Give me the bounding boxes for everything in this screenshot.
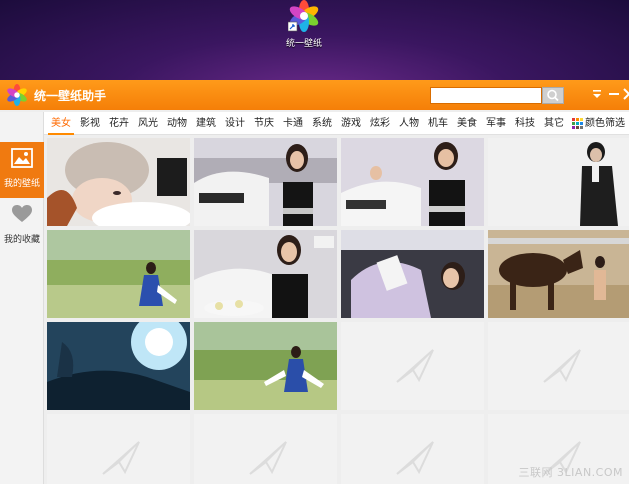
search-button[interactable]: [542, 87, 564, 104]
tab-food[interactable]: 美食: [454, 112, 480, 135]
wallpaper-thumbnail[interactable]: [341, 230, 484, 318]
tab-system[interactable]: 系统: [309, 112, 335, 135]
tab-flowers[interactable]: 花卉: [106, 112, 132, 135]
sidebar-item-label: 我的收藏: [3, 235, 40, 245]
app-titlebar: 统一壁纸助手: [0, 80, 629, 110]
tab-military[interactable]: 军事: [483, 112, 509, 135]
wallpaper-thumbnail[interactable]: [47, 322, 190, 410]
minimize-icon[interactable]: [607, 87, 621, 101]
sidebar-item-my-wallpapers[interactable]: 我的壁纸: [0, 142, 44, 198]
wallpaper-thumbnail[interactable]: [47, 230, 190, 318]
color-grid-icon: [572, 118, 583, 129]
tab-colorful[interactable]: 炫彩: [367, 112, 393, 135]
placeholder-logo-icon: [396, 349, 434, 383]
tab-games[interactable]: 游戏: [338, 112, 364, 135]
tab-film[interactable]: 影视: [77, 112, 103, 135]
wallpaper-placeholder: [341, 414, 484, 484]
desktop-shortcut-label: 统一壁纸: [285, 39, 322, 49]
sidebar-item-label: 我的壁纸: [3, 179, 40, 189]
placeholder-logo-icon: [102, 441, 140, 475]
picture-icon: [11, 148, 33, 168]
search-icon: [547, 89, 559, 102]
tab-holidays[interactable]: 节庆: [251, 112, 277, 135]
placeholder-logo-icon: [543, 349, 581, 383]
tab-cartoon[interactable]: 卡通: [280, 112, 306, 135]
tab-other[interactable]: 其它: [541, 112, 567, 135]
sidebar: 我的壁纸 我的收藏: [0, 112, 44, 484]
desktop-background: 统一壁纸: [0, 0, 629, 80]
close-icon[interactable]: [622, 87, 629, 101]
placeholder-logo-icon: [249, 441, 287, 475]
tab-motorcycles[interactable]: 机车: [425, 112, 451, 135]
flower-app-icon: [287, 0, 319, 32]
tab-scenery[interactable]: 风光: [135, 112, 161, 135]
app-title: 统一壁纸助手: [34, 89, 107, 103]
wallpaper-placeholder: [47, 414, 190, 484]
wallpaper-thumbnail[interactable]: [194, 322, 337, 410]
tab-animals[interactable]: 动物: [164, 112, 190, 135]
tab-design[interactable]: 设计: [222, 112, 248, 135]
category-tabs: 美女 影视 花卉 风光 动物 建筑 设计 节庆 卡通 系统 游戏 炫彩 人物 机…: [44, 112, 629, 135]
wallpaper-placeholder: [341, 322, 484, 410]
wallpaper-thumbnail[interactable]: [488, 230, 629, 318]
wallpaper-placeholder: [194, 414, 337, 484]
search-input[interactable]: [430, 87, 542, 104]
wallpaper-thumbnail[interactable]: [488, 138, 629, 226]
tab-technology[interactable]: 科技: [512, 112, 538, 135]
color-filter-label: 颜色筛选: [585, 118, 625, 129]
app-logo-icon: [7, 84, 27, 106]
color-filter-button[interactable]: 颜色筛选: [572, 112, 629, 135]
wallpaper-thumbnail[interactable]: [341, 138, 484, 226]
site-watermark: 三联网 3LIAN.COM: [518, 466, 623, 479]
tab-architecture[interactable]: 建筑: [193, 112, 219, 135]
tab-people[interactable]: 人物: [396, 112, 422, 135]
placeholder-logo-icon: [396, 441, 434, 475]
sidebar-item-my-favorites[interactable]: 我的收藏: [0, 198, 44, 254]
wallpaper-thumbnail[interactable]: [194, 138, 337, 226]
menu-dropdown-icon[interactable]: [590, 87, 604, 101]
tab-beauty[interactable]: 美女: [48, 112, 74, 135]
wallpaper-thumbnail[interactable]: [47, 138, 190, 226]
heart-icon: [12, 205, 32, 222]
desktop-shortcut[interactable]: 统一壁纸: [284, 0, 324, 49]
wallpaper-placeholder: [488, 322, 629, 410]
wallpaper-thumbnail[interactable]: [194, 230, 337, 318]
